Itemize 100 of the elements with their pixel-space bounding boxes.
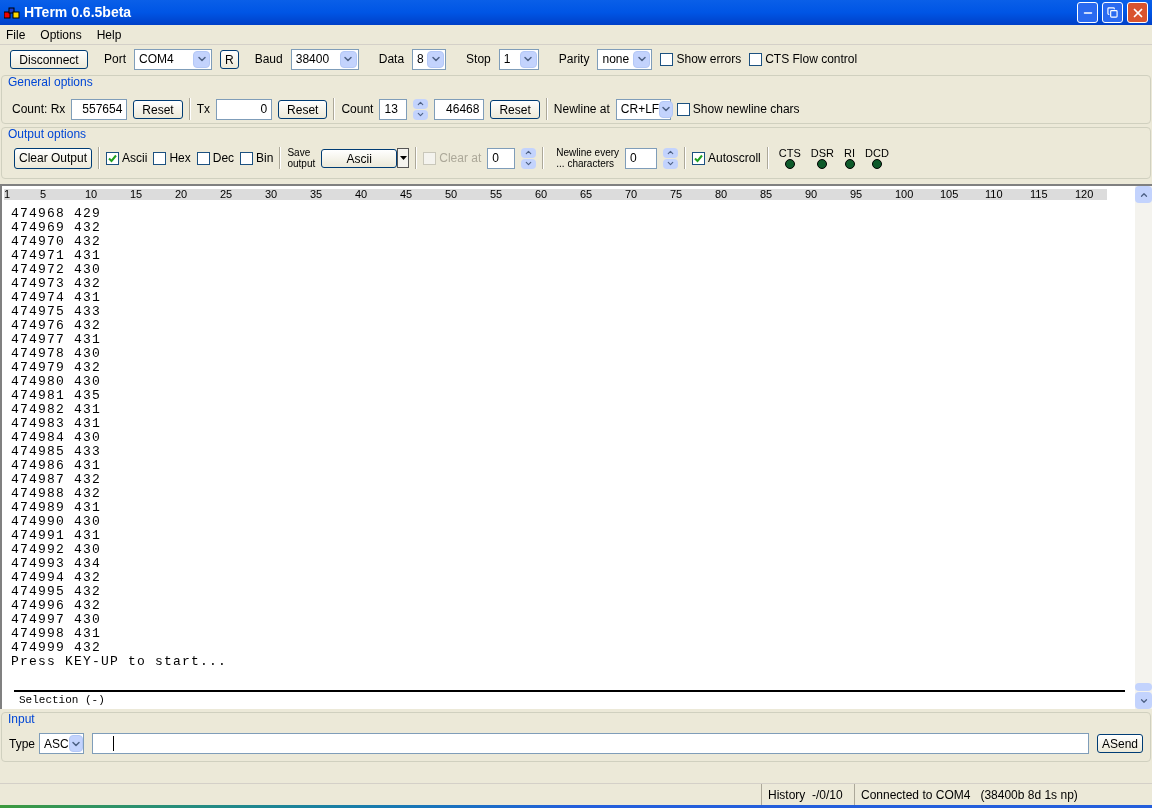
checkbox[interactable]: Show newline chars — [676, 100, 800, 118]
dropdown[interactable]: 8 — [412, 48, 447, 70]
field-label: Data — [378, 51, 405, 68]
ruler-tick: 35 — [310, 189, 324, 200]
field-label: Count: Rx — [12, 101, 66, 118]
field-label: Newline at — [553, 101, 610, 118]
field-label: Port — [104, 51, 126, 68]
checkbox-box[interactable] — [660, 52, 674, 66]
dropdown[interactable]: ASC — [39, 733, 84, 754]
terminal-line: 474984 430 — [11, 431, 102, 445]
field-label: Baud — [254, 51, 283, 68]
input-field[interactable]: 557654 — [71, 98, 128, 120]
spinner-buttons[interactable] — [413, 98, 429, 120]
ruler-tick: 5 — [40, 189, 48, 200]
scrollbar[interactable] — [1135, 186, 1152, 709]
signal-label: RI — [844, 147, 855, 159]
input-field[interactable] — [92, 733, 1089, 754]
text-cursor — [113, 736, 114, 751]
menu-item[interactable]: Options — [40, 25, 82, 44]
ruler-tick: 55 — [490, 189, 504, 200]
menu-item[interactable]: Help — [96, 25, 122, 44]
checkbox-box[interactable] — [153, 151, 167, 165]
field-label: Stop — [466, 51, 491, 68]
dropdown[interactable]: 1 — [498, 48, 539, 70]
signal-label: DSR — [810, 147, 834, 159]
dropdown[interactable]: 38400 — [290, 48, 359, 70]
button[interactable]: Ascii — [321, 148, 398, 168]
terminal-line: 474978 430 — [11, 347, 102, 361]
group-title: General options — [7, 75, 94, 89]
checkbox-box[interactable] — [692, 151, 706, 165]
minimize-button[interactable] — [1077, 2, 1098, 23]
ruler-tick: 95 — [850, 189, 864, 200]
button[interactable]: Reset — [133, 99, 183, 119]
terminal-line: 474981 435 — [11, 389, 102, 403]
checkbox-box[interactable] — [106, 151, 120, 165]
terminal-line: 474987 432 — [11, 473, 102, 487]
checkbox[interactable]: Hex — [153, 149, 191, 167]
checkmark-icon — [108, 153, 118, 163]
dropdown-arrow-icon — [659, 100, 674, 118]
ruler-tick: 75 — [670, 189, 684, 200]
checkmark-icon — [694, 153, 704, 163]
terminal-line: Press KEY-UP to start... — [11, 655, 229, 669]
spinner-buttons[interactable] — [521, 147, 537, 169]
button[interactable]: ASend — [1096, 734, 1143, 753]
input-field[interactable]: 46468 — [434, 98, 485, 120]
input-field[interactable]: 0 — [216, 98, 273, 120]
button[interactable]: Reset — [490, 99, 540, 119]
button[interactable]: Reset — [278, 99, 328, 119]
spinner-buttons[interactable] — [663, 147, 679, 169]
group-title: Input — [7, 712, 36, 726]
newline-every-label: Newline every ... characters — [556, 147, 620, 169]
terminal-line: 474977 431 — [11, 333, 102, 347]
terminal-line: 474999 432 — [11, 641, 102, 655]
ruler-tick: 30 — [265, 189, 279, 200]
checkbox[interactable]: Bin — [240, 149, 274, 167]
button[interactable]: Clear Output — [14, 147, 93, 169]
terminal-line: 474994 432 — [11, 571, 102, 585]
ruler-tick: 105 — [940, 189, 960, 200]
ruler-tick: 80 — [715, 189, 729, 200]
checkbox-box[interactable] — [676, 102, 690, 116]
checkbox[interactable]: Ascii — [106, 149, 148, 167]
close-button[interactable] — [1127, 2, 1148, 23]
terminal-line: 474985 433 — [11, 445, 102, 459]
terminal-line: 474997 430 — [11, 613, 102, 627]
checkbox[interactable]: CTS Flow control — [749, 50, 858, 68]
ruler-tick: 1 — [4, 189, 12, 200]
terminal-line: 474996 432 — [11, 599, 102, 613]
dropdown[interactable]: COM4 — [134, 48, 212, 70]
checkbox-box[interactable] — [240, 151, 254, 165]
window-title: HTerm 0.6.5beta — [24, 3, 133, 22]
terminal-line: 474976 432 — [11, 319, 102, 333]
input-field[interactable]: 13 — [379, 98, 408, 120]
ruler-tick: 50 — [445, 189, 459, 200]
button[interactable]: Disconnect — [10, 49, 88, 69]
dropdown[interactable]: none — [597, 48, 653, 70]
selection-status: Selection (-) — [18, 693, 106, 708]
button[interactable]: R — [220, 49, 239, 69]
scroll-thumb[interactable] — [1135, 683, 1152, 691]
ruler-tick: 70 — [625, 189, 639, 200]
terminal-line: 474995 432 — [11, 585, 102, 599]
restore-button[interactable] — [1102, 2, 1123, 23]
checkbox[interactable]: Show errors — [660, 50, 742, 68]
ruler-tick: 60 — [535, 189, 549, 200]
ruler-tick: 100 — [895, 189, 915, 200]
group-title: Output options — [7, 127, 88, 141]
dropdown[interactable]: CR+LF — [615, 98, 671, 120]
ruler-tick: 90 — [805, 189, 819, 200]
checkbox-box[interactable] — [196, 151, 210, 165]
checkbox-box[interactable] — [749, 52, 763, 66]
menu-item[interactable]: File — [6, 25, 26, 44]
input-field[interactable]: 0 — [625, 147, 658, 169]
terminal-line: 474982 431 — [11, 403, 102, 417]
terminal-line: 474979 432 — [11, 361, 102, 375]
checkbox[interactable]: Autoscroll — [692, 149, 761, 167]
signal-label: DCD — [865, 147, 889, 159]
ruler-tick: 110 — [985, 189, 1004, 200]
ruler-tick: 115 — [1030, 189, 1049, 200]
ruler-tick: 45 — [400, 189, 414, 200]
checkbox[interactable]: Dec — [196, 149, 235, 167]
terminal-line: 474988 432 — [11, 487, 102, 501]
